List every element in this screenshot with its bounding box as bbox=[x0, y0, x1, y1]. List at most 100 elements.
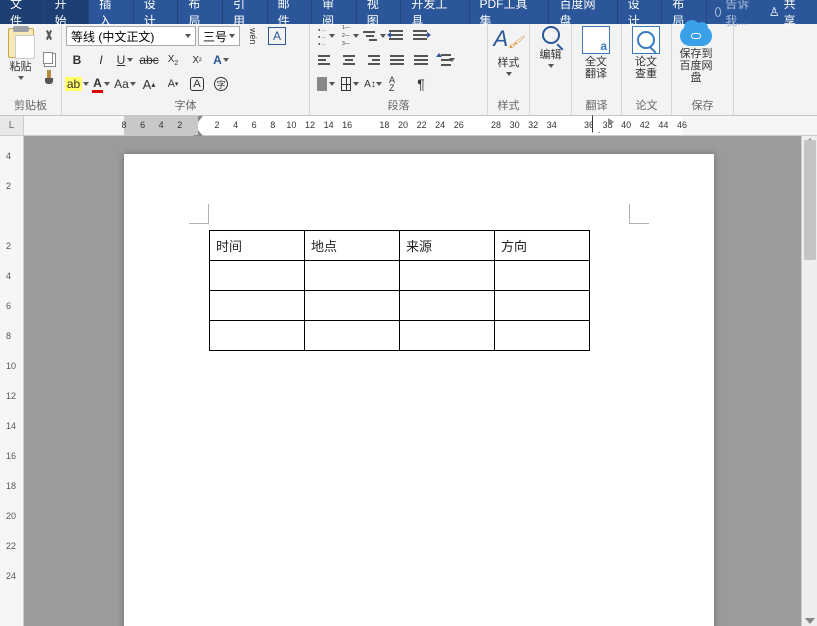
tab-pdf[interactable]: PDF工具集 bbox=[470, 0, 550, 24]
multilevel-list-button[interactable] bbox=[362, 26, 384, 46]
save-cloud-label: 保存到 百度网盘 bbox=[676, 48, 716, 84]
subscript-button[interactable]: X2 bbox=[162, 50, 184, 70]
share-button[interactable]: ♙ 共享 bbox=[759, 0, 817, 24]
grow-font-button[interactable]: A▴ bbox=[138, 74, 160, 94]
italic-button[interactable]: I bbox=[90, 50, 112, 70]
font-family-value: 等线 (中文正文) bbox=[71, 28, 154, 45]
group-label-savecloud: 保存 bbox=[676, 97, 729, 115]
group-label-translate: 翻译 bbox=[576, 97, 617, 115]
text-direction-button[interactable]: A↕ bbox=[362, 74, 384, 94]
bold-button[interactable]: B bbox=[66, 50, 88, 70]
workspace: 4224681012141618202224 时间 地点 来源 方向 bbox=[0, 136, 817, 626]
enclose-characters-button[interactable]: 字 bbox=[210, 74, 232, 94]
styles-button[interactable]: A🖌 样式 bbox=[492, 26, 525, 76]
translate-label: 全文 翻译 bbox=[585, 56, 607, 80]
sort-button[interactable] bbox=[386, 74, 408, 94]
save-to-cloud-button[interactable]: 保存到 百度网盘 bbox=[676, 26, 716, 84]
align-center-button[interactable] bbox=[338, 50, 360, 70]
strikethrough-button[interactable]: abc bbox=[138, 50, 160, 70]
paste-dropdown[interactable] bbox=[18, 76, 24, 80]
borders-button[interactable] bbox=[338, 74, 360, 94]
table-row bbox=[210, 291, 590, 321]
vertical-scrollbar[interactable] bbox=[801, 136, 817, 626]
translate-button[interactable]: 全文 翻译 bbox=[576, 26, 616, 80]
scrollbar-thumb[interactable] bbox=[804, 140, 816, 260]
font-size-value: 三号 bbox=[203, 28, 227, 45]
tab-layout2[interactable]: 布局 bbox=[662, 0, 707, 24]
group-thesis: 论文 查重 论文 bbox=[622, 24, 672, 115]
cloud-icon bbox=[680, 26, 712, 46]
tab-design[interactable]: 设计 bbox=[134, 0, 179, 24]
tab-home[interactable]: 开始 bbox=[45, 0, 90, 24]
table-header-cell[interactable]: 时间 bbox=[210, 231, 305, 261]
font-size-select[interactable]: 三号 bbox=[198, 26, 240, 46]
tab-view[interactable]: 视图 bbox=[357, 0, 402, 24]
align-right-button[interactable] bbox=[362, 50, 384, 70]
superscript-button[interactable]: X bbox=[186, 50, 208, 70]
line-spacing-button[interactable] bbox=[434, 50, 456, 70]
text-effects-button[interactable]: A bbox=[210, 50, 232, 70]
group-label-paragraph: 段落 bbox=[314, 97, 483, 115]
table-row: 时间 地点 来源 方向 bbox=[210, 231, 590, 261]
shrink-font-button[interactable]: A▾ bbox=[162, 74, 184, 94]
font-color-button[interactable]: A bbox=[90, 74, 112, 94]
paste-label[interactable]: 粘贴 bbox=[10, 58, 32, 74]
tab-developer[interactable]: 开发工具 bbox=[401, 0, 469, 24]
tab-design2[interactable]: 设计 bbox=[618, 0, 663, 24]
group-label-editing bbox=[534, 101, 567, 115]
distributed-button[interactable] bbox=[410, 50, 432, 70]
shading-button[interactable] bbox=[314, 74, 336, 94]
decrease-indent-button[interactable] bbox=[386, 26, 408, 46]
show-hide-marks-button[interactable]: ¶ bbox=[410, 74, 432, 94]
underline-button[interactable]: U bbox=[114, 50, 136, 70]
scroll-down-icon[interactable] bbox=[805, 616, 815, 626]
tab-layout[interactable]: 布局 bbox=[178, 0, 223, 24]
cut-icon[interactable] bbox=[41, 30, 57, 46]
horizontal-ruler[interactable]: 8642246810121416182022242628303234363840… bbox=[24, 116, 817, 135]
paste-icon[interactable] bbox=[8, 28, 34, 58]
align-justify-button[interactable] bbox=[386, 50, 408, 70]
ruler-corner[interactable]: L bbox=[0, 116, 24, 135]
table-header-cell[interactable]: 地点 bbox=[305, 231, 400, 261]
tab-file[interactable]: 文件 bbox=[0, 0, 45, 24]
thesis-check-button[interactable]: 论文 查重 bbox=[626, 26, 666, 80]
tab-baidu[interactable]: 百度网盘 bbox=[549, 0, 617, 24]
align-left-button[interactable] bbox=[314, 50, 336, 70]
find-icon bbox=[542, 26, 560, 44]
share-label: 共享 bbox=[784, 0, 807, 29]
translate-icon bbox=[582, 26, 610, 54]
document-area[interactable]: 时间 地点 来源 方向 bbox=[24, 136, 801, 626]
clear-formatting-button[interactable]: A bbox=[186, 74, 208, 94]
document-table[interactable]: 时间 地点 来源 方向 bbox=[209, 230, 590, 351]
character-border-button[interactable]: A bbox=[266, 26, 288, 46]
copy-icon[interactable] bbox=[43, 52, 53, 64]
table-row bbox=[210, 321, 590, 351]
table-row bbox=[210, 261, 590, 291]
ribbon: 粘贴 剪贴板 等线 (中文正文) 三号 wén A bbox=[0, 24, 817, 116]
styles-label: 样式 bbox=[498, 54, 520, 70]
change-case-button[interactable]: Aa bbox=[114, 74, 136, 94]
font-family-select[interactable]: 等线 (中文正文) bbox=[66, 26, 196, 46]
tab-mail[interactable]: 邮件 bbox=[268, 0, 313, 24]
find-button[interactable]: 编辑 bbox=[534, 26, 567, 68]
tab-insert[interactable]: 插入 bbox=[89, 0, 134, 24]
editing-label: 编辑 bbox=[540, 46, 562, 62]
cursor-icon bbox=[592, 115, 614, 137]
group-savecloud: 保存到 百度网盘 保存 bbox=[672, 24, 734, 115]
bullets-button[interactable]: ● —● —● — bbox=[314, 26, 336, 46]
tab-references[interactable]: 引用 bbox=[223, 0, 268, 24]
table-header-cell[interactable]: 来源 bbox=[400, 231, 495, 261]
group-label-styles: 样式 bbox=[492, 97, 525, 115]
tab-review[interactable]: 审阅 bbox=[312, 0, 357, 24]
person-icon: ♙ bbox=[769, 5, 780, 19]
highlight-button[interactable]: ab bbox=[66, 74, 88, 94]
table-header-cell[interactable]: 方向 bbox=[495, 231, 590, 261]
vertical-ruler[interactable]: 4224681012141618202224 bbox=[0, 136, 24, 626]
tell-me-search[interactable]: 告诉我... bbox=[707, 0, 759, 24]
phonetic-guide-button[interactable]: wén bbox=[242, 26, 264, 46]
increase-indent-button[interactable] bbox=[410, 26, 432, 46]
format-painter-icon[interactable] bbox=[41, 70, 57, 86]
bulb-icon bbox=[715, 7, 721, 17]
numbering-button[interactable]: 1—2—3— bbox=[338, 26, 360, 46]
thesis-icon bbox=[632, 26, 660, 54]
